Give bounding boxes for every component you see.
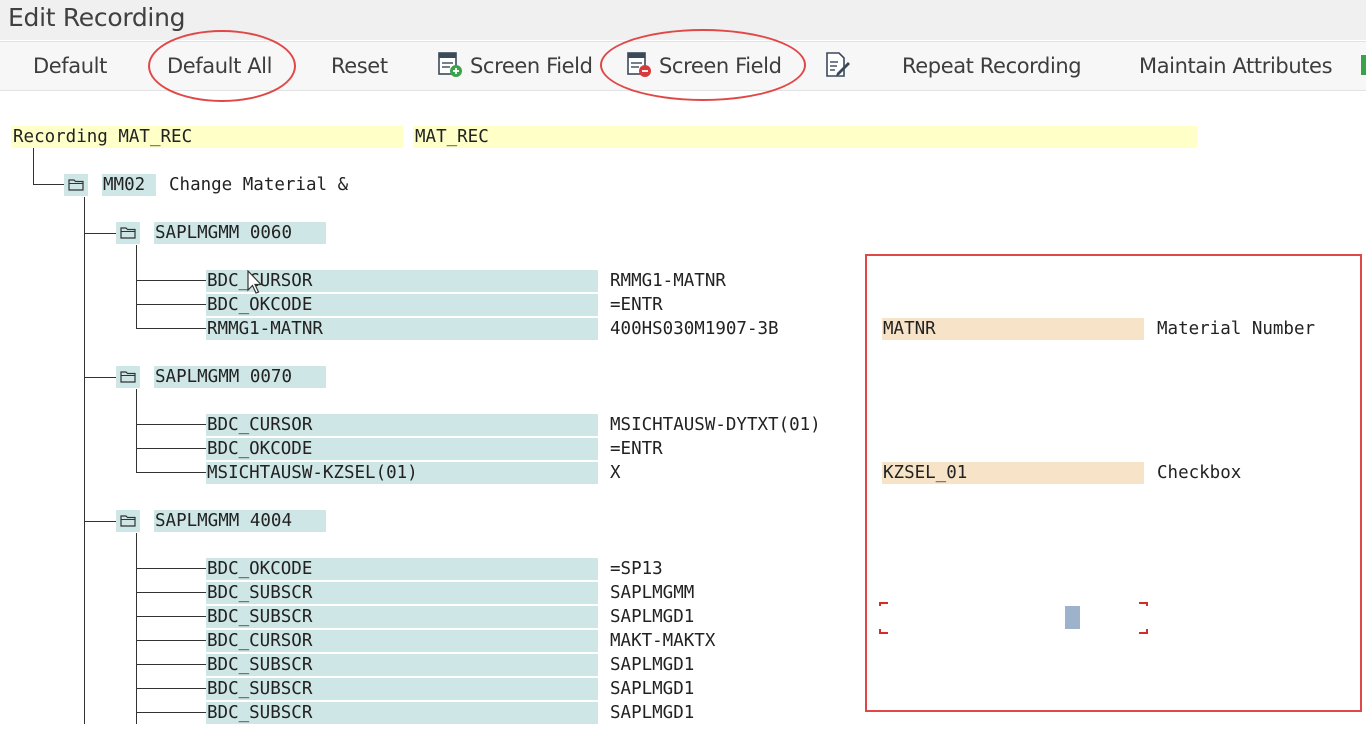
field-name: BDC_OKCODE [206, 438, 598, 460]
screen-remove-icon [627, 52, 651, 77]
field-value[interactable]: 400HS030M1907-3B [610, 318, 779, 340]
field-name: BDC_SUBSCR [206, 678, 598, 700]
screen-program-name: SAPLMGMM [155, 511, 240, 531]
repeat-recording-button[interactable]: Repeat Recording [902, 42, 1082, 90]
field-value: =SP13 [610, 559, 663, 579]
transaction-code: MM02 [102, 174, 156, 196]
tree-connector [136, 664, 206, 665]
tree-connector [84, 521, 116, 522]
field-value: RMMG1-MATNR [610, 271, 726, 291]
field-name: MSICHTAUSW-KZSEL(01) [206, 462, 598, 484]
field-value: =ENTR [610, 295, 663, 315]
screen-program: SAPLMGMM 0070 [154, 366, 326, 388]
field-name: RMMG1-MATNR [206, 318, 598, 340]
tree-connector [136, 280, 206, 281]
tree-connector [136, 592, 206, 593]
tree-connector [84, 197, 85, 724]
tree-connector [136, 712, 206, 713]
screen-program-name: SAPLMGMM [155, 223, 240, 243]
tree-connector [136, 424, 206, 425]
recording-root-label: Recording MAT_REC [11, 126, 403, 148]
tree-connector [136, 328, 206, 329]
folder-icon[interactable] [116, 510, 140, 532]
highlight-box [865, 254, 1362, 712]
tree-connector [136, 304, 206, 305]
field-name: BDC_SUBSCR [206, 582, 598, 604]
screen-number: 0060 [249, 223, 292, 243]
field-value: MSICHTAUSW-DYTXT(01) [610, 415, 821, 435]
focus-bracket [879, 629, 888, 634]
tree-connector [84, 233, 116, 234]
field-value: SAPLMGD1 [610, 655, 695, 675]
application-toolbar: Default Default All Reset Screen Field S… [0, 41, 1366, 91]
reset-button[interactable]: Reset [331, 42, 388, 90]
field-value: =ENTR [610, 439, 663, 459]
screen-add-icon [438, 52, 462, 77]
folder-icon[interactable] [64, 174, 88, 196]
edit-document-button[interactable] [824, 42, 859, 90]
field-value: SAPLMGMM [610, 583, 695, 603]
field-name: BDC_OKCODE [206, 294, 598, 316]
tree-connector [136, 533, 137, 724]
screen-program: SAPLMGMM 4004 [154, 510, 326, 532]
tree-connector [136, 389, 137, 473]
tree-connector [84, 377, 116, 378]
tree-connector [136, 640, 206, 641]
tree-connector [136, 472, 206, 473]
field-value: SAPLMGD1 [610, 703, 695, 723]
field-name: BDC_SUBSCR [206, 654, 598, 676]
tree-connector [33, 184, 65, 185]
title-bar: Edit Recording [0, 0, 1366, 40]
transaction-text: Change Material & [169, 175, 349, 195]
tree-connector [136, 245, 137, 329]
field-value[interactable]: X [610, 462, 621, 484]
screen-program: SAPLMGMM 0060 [154, 222, 326, 244]
tree-connector [136, 568, 206, 569]
input-cursor [1065, 606, 1080, 629]
field-name: BDC_OKCODE [206, 558, 598, 580]
tree-connector [136, 448, 206, 449]
tree-connector [136, 688, 206, 689]
default-button[interactable]: Default [33, 42, 107, 90]
window-title: Edit Recording [8, 3, 186, 32]
screen-field-add-label: Screen Field [470, 54, 593, 78]
field-value: SAPLMGD1 [610, 607, 695, 627]
screen-program-name: SAPLMGMM [155, 367, 240, 387]
screen-field-remove-label: Screen Field [659, 54, 782, 78]
mouse-cursor-icon [247, 270, 263, 294]
field-value: MAKT-MAKTX [610, 631, 716, 651]
execute-icon [1361, 55, 1366, 75]
screen-number: 4004 [249, 511, 292, 531]
maintain-attributes-button[interactable]: Maintain Attributes [1139, 42, 1333, 90]
field-name: BDC_CURSOR [206, 414, 598, 436]
tree-connector [33, 148, 34, 184]
execute-button[interactable] [1360, 42, 1366, 90]
screen-number: 0070 [249, 367, 292, 387]
folder-icon[interactable] [116, 222, 140, 244]
focus-bracket [1139, 602, 1148, 606]
field-name: BDC_CURSOR [206, 270, 598, 292]
field-value: SAPLMGD1 [610, 679, 695, 699]
field-name: BDC_CURSOR [206, 630, 598, 652]
edit-document-icon [826, 52, 850, 77]
default-all-button[interactable]: Default All [167, 42, 272, 90]
folder-icon[interactable] [116, 366, 140, 388]
field-name: BDC_SUBSCR [206, 606, 598, 628]
focus-bracket [879, 602, 888, 606]
screen-field-remove-button[interactable]: Screen Field [627, 42, 782, 90]
tree-connector [136, 616, 206, 617]
focus-bracket [1139, 629, 1148, 634]
recording-root-value: MAT_REC [413, 126, 1197, 148]
screen-field-add-button[interactable]: Screen Field [438, 42, 593, 90]
field-name: BDC_SUBSCR [206, 702, 598, 724]
